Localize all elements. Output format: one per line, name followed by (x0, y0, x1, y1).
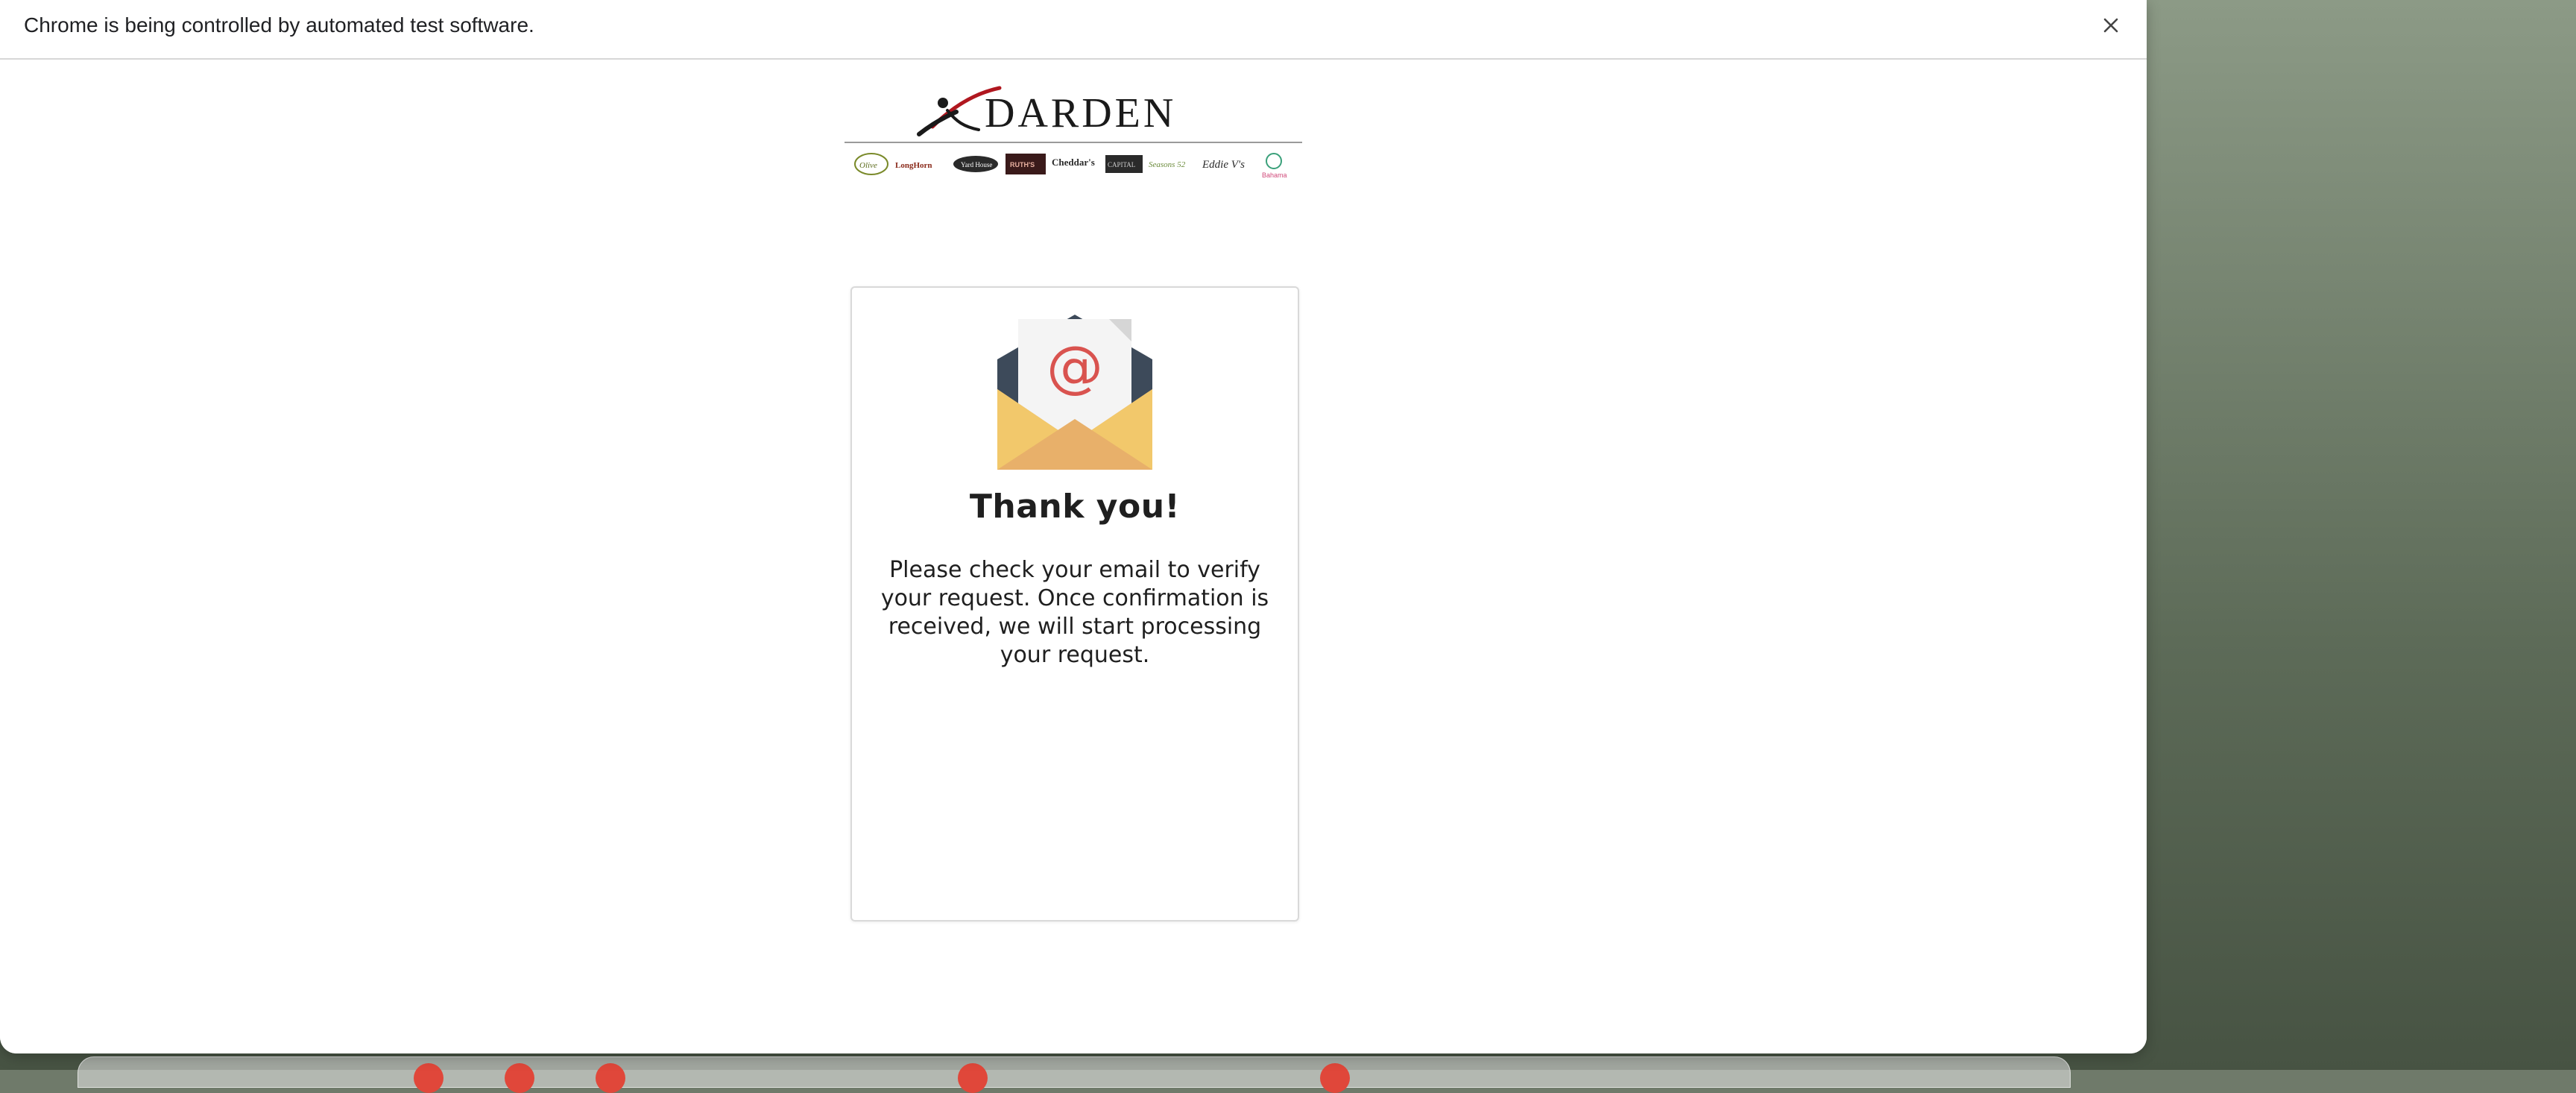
logo-divider (845, 142, 1302, 143)
olive-garden-logo: Olive (854, 153, 888, 175)
cheddars-logo: Cheddar's (1052, 157, 1095, 168)
page-content: DARDEN Olive LongHorn Yard House RUTH'S … (0, 60, 2147, 1053)
yard-house-logo: Yard House (953, 156, 998, 172)
thank-you-title: Thank you! (969, 488, 1181, 526)
dock-app-icon[interactable] (505, 1063, 534, 1093)
ruths-chris-logo: RUTH'S (1006, 154, 1046, 174)
email-envelope-icon: @ (997, 315, 1152, 470)
svg-text:LongHorn: LongHorn (895, 161, 932, 170)
brand-logos-strip: Olive LongHorn Yard House RUTH'S Cheddar… (854, 153, 1287, 179)
svg-text:Seasons 52: Seasons 52 (1149, 160, 1186, 169)
dock-app-icon[interactable] (414, 1063, 443, 1093)
dock-app-icon[interactable] (596, 1063, 625, 1093)
svg-text:CAPITAL: CAPITAL (1108, 161, 1135, 168)
close-icon[interactable] (2096, 10, 2126, 40)
svg-text:Cheddar's: Cheddar's (1052, 157, 1095, 168)
svg-text:Yard House: Yard House (961, 161, 992, 168)
svg-text:Bahama: Bahama (1262, 171, 1287, 179)
automation-infobar: Chrome is being controlled by automated … (0, 0, 2147, 60)
infobar-message: Chrome is being controlled by automated … (24, 13, 534, 37)
eddie-vs-logo: Eddie V's (1202, 159, 1245, 171)
longhorn-logo: LongHorn (895, 161, 932, 170)
darden-logo-text: DARDEN (985, 90, 1176, 136)
dock-app-icon[interactable] (958, 1063, 988, 1093)
dock-app-icon[interactable] (1320, 1063, 1350, 1093)
seasons-52-logo: Seasons 52 (1149, 160, 1186, 169)
svg-text:Olive: Olive (859, 161, 877, 170)
svg-text:RUTH'S: RUTH'S (1010, 161, 1035, 168)
darden-logo[interactable]: DARDEN (889, 81, 1262, 142)
svg-text:Eddie V's: Eddie V's (1202, 159, 1245, 171)
dock (78, 1056, 2071, 1093)
confirmation-card: @ Thank you! Please check your email to … (850, 286, 1299, 922)
svg-text:@: @ (1046, 333, 1103, 400)
browser-window: Chrome is being controlled by automated … (0, 0, 2147, 1053)
verification-message: Please check your email to verify your r… (880, 557, 1269, 668)
bahama-breeze-logo: Bahama (1262, 153, 1287, 179)
capital-grille-logo: CAPITAL (1105, 155, 1143, 173)
darden-header: DARDEN Olive LongHorn Yard House RUTH'S … (845, 81, 1302, 185)
